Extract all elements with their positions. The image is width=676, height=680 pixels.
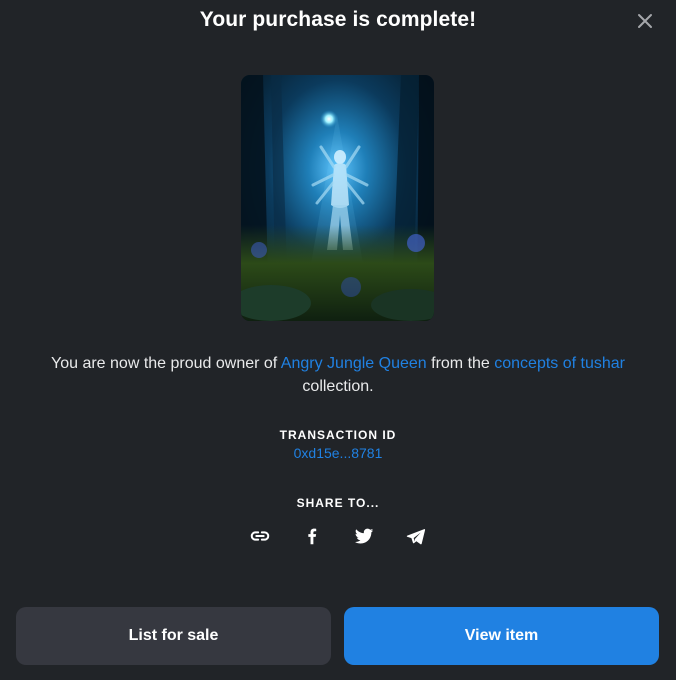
twitter-icon — [354, 528, 374, 544]
link-icon — [250, 531, 270, 541]
transaction-id-label: TRANSACTION ID — [279, 428, 397, 442]
ownership-message: You are now the proud owner of Angry Jun… — [12, 352, 664, 398]
purchase-complete-dialog: Your purchase is complete! You are now t… — [0, 0, 676, 680]
telegram-icon — [406, 529, 426, 545]
view-item-button[interactable]: View item — [344, 607, 659, 665]
collection-suffix-text: collection. — [302, 378, 374, 395]
close-button[interactable] — [634, 10, 656, 32]
owner-prefix-text: You are now the proud owner of — [51, 355, 281, 372]
share-twitter-button[interactable] — [352, 524, 376, 548]
share-link-button[interactable] — [248, 524, 272, 548]
close-icon — [638, 14, 652, 28]
list-for-sale-button[interactable]: List for sale — [16, 607, 331, 665]
share-buttons — [0, 524, 676, 548]
nft-artwork-image — [241, 75, 434, 321]
dialog-title: Your purchase is complete! — [199, 8, 477, 31]
share-facebook-button[interactable] — [300, 524, 324, 548]
collection-name-link[interactable]: concepts of tushar — [494, 355, 625, 372]
item-name-link[interactable]: Angry Jungle Queen — [281, 355, 427, 372]
share-telegram-button[interactable] — [404, 524, 428, 548]
transaction-id-link[interactable]: 0xd15e...8781 — [294, 445, 383, 461]
from-text: from the — [426, 355, 495, 372]
facebook-icon — [308, 528, 317, 545]
share-label: SHARE TO... — [296, 496, 380, 510]
